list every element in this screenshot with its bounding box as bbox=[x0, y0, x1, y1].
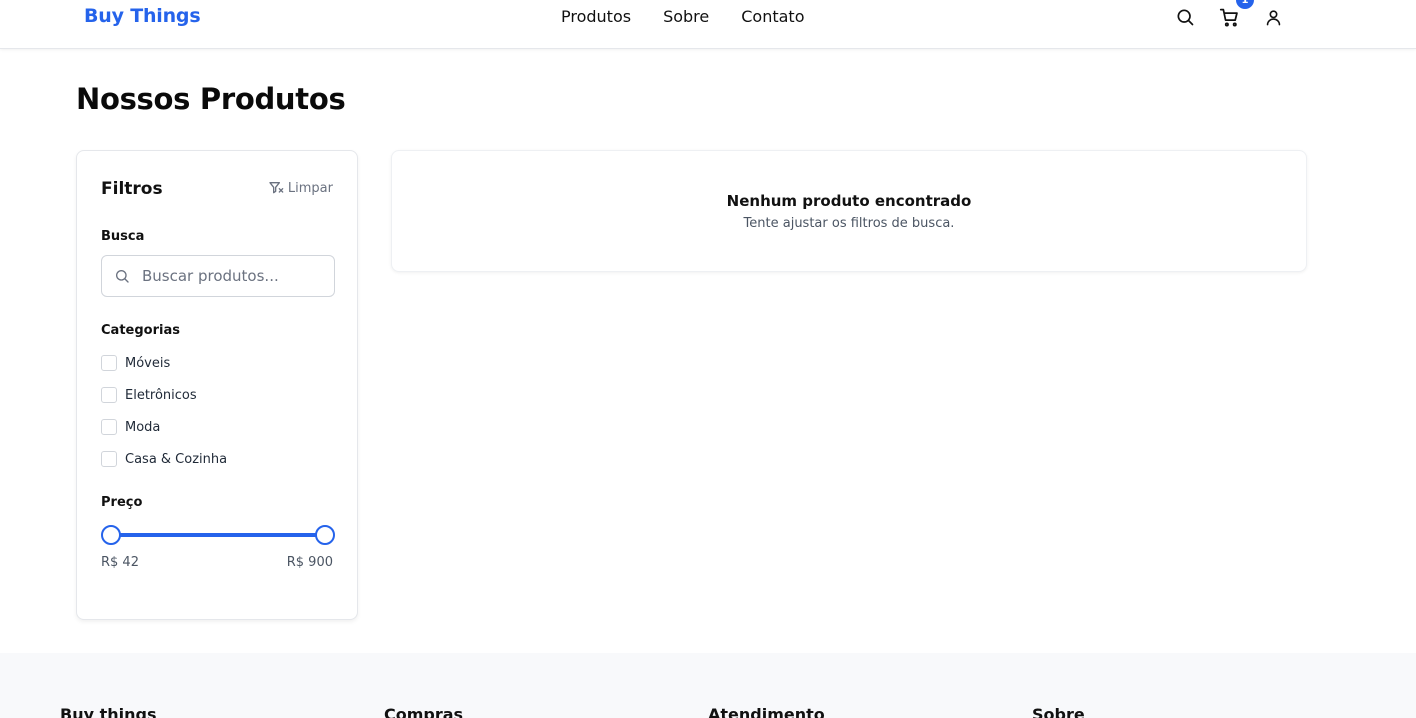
page-title: Nossos Produtos bbox=[76, 82, 346, 116]
search-icon[interactable] bbox=[1174, 6, 1196, 28]
empty-results-title: Nenhum produto encontrado bbox=[726, 192, 972, 210]
filter-clear-icon bbox=[268, 180, 284, 196]
checkbox[interactable] bbox=[101, 387, 117, 403]
footer-heading-sobre: Sobre bbox=[1032, 705, 1085, 718]
price-slider-track[interactable] bbox=[111, 533, 325, 537]
price-min-value: R$ 42 bbox=[101, 555, 139, 570]
user-icon[interactable] bbox=[1262, 6, 1284, 28]
nav-link-contato[interactable]: Contato bbox=[741, 7, 804, 26]
categories-label: Categorias bbox=[101, 323, 180, 338]
filters-title: Filtros bbox=[101, 179, 163, 199]
site-footer: Buy things Compras Atendimento Sobre bbox=[0, 653, 1416, 718]
category-label: Casa & Cozinha bbox=[125, 451, 228, 467]
checkbox[interactable] bbox=[101, 451, 117, 467]
clear-filters-label: Limpar bbox=[287, 180, 333, 196]
category-checkbox-casa-cozinha[interactable]: Casa & Cozinha bbox=[101, 451, 227, 467]
clear-filters-button[interactable]: Limpar bbox=[268, 180, 333, 196]
category-label: Móveis bbox=[125, 355, 171, 371]
price-max-thumb[interactable] bbox=[315, 525, 335, 545]
search-input[interactable] bbox=[142, 267, 322, 285]
empty-results-card: Nenhum produto encontrado Tente ajustar … bbox=[391, 150, 1307, 272]
category-checkbox-eletronicos[interactable]: Eletrônicos bbox=[101, 387, 197, 403]
price-max-value: R$ 900 bbox=[286, 555, 333, 570]
search-icon bbox=[114, 268, 130, 284]
category-checkbox-moveis[interactable]: Móveis bbox=[101, 355, 170, 371]
category-label: Moda bbox=[125, 419, 161, 435]
empty-results-subtitle: Tente ajustar os filtros de busca. bbox=[743, 216, 955, 231]
nav-link-sobre[interactable]: Sobre bbox=[663, 7, 709, 26]
brand-logo[interactable]: Buy Things bbox=[84, 5, 201, 27]
price-min-thumb[interactable] bbox=[101, 525, 121, 545]
main-nav: Produtos Sobre Contato bbox=[561, 7, 805, 26]
checkbox[interactable] bbox=[101, 355, 117, 371]
footer-heading-compras: Compras bbox=[384, 705, 464, 718]
category-label: Eletrônicos bbox=[125, 387, 197, 403]
footer-heading-buy-things: Buy things bbox=[60, 705, 157, 718]
search-field[interactable] bbox=[101, 255, 335, 297]
search-label: Busca bbox=[101, 229, 145, 244]
price-label: Preço bbox=[101, 495, 143, 510]
checkbox[interactable] bbox=[101, 419, 117, 435]
cart-icon[interactable] bbox=[1218, 6, 1240, 28]
footer-heading-atendimento: Atendimento bbox=[708, 705, 825, 718]
nav-link-produtos[interactable]: Produtos bbox=[561, 7, 631, 26]
category-checkbox-moda[interactable]: Moda bbox=[101, 419, 160, 435]
filters-panel: Filtros Limpar Busca Categorias Móveis E… bbox=[76, 150, 358, 620]
site-header: Buy Things Produtos Sobre Contato 1 bbox=[0, 0, 1416, 49]
